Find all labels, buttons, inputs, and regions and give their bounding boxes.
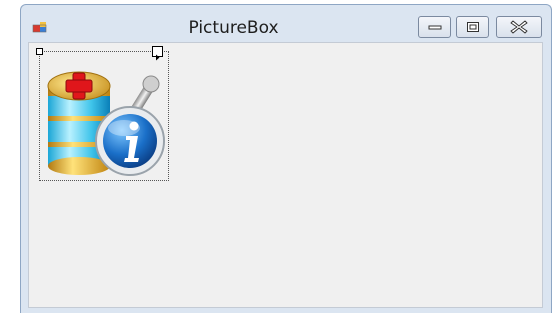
app-icon[interactable] xyxy=(32,19,48,35)
maximize-button[interactable] xyxy=(456,16,489,38)
close-icon xyxy=(510,20,528,34)
form-client-area xyxy=(28,42,543,308)
maximize-icon xyxy=(466,22,479,32)
form-window: PictureBox xyxy=(20,4,552,313)
minimize-icon xyxy=(428,25,441,30)
resize-handle[interactable] xyxy=(36,48,43,55)
database-info-icon xyxy=(47,71,165,176)
close-button[interactable] xyxy=(496,16,542,38)
minimize-button[interactable] xyxy=(418,16,451,38)
title-bar[interactable]: PictureBox xyxy=(21,5,551,41)
window-title: PictureBox xyxy=(188,18,279,38)
picture-box[interactable] xyxy=(36,46,169,181)
